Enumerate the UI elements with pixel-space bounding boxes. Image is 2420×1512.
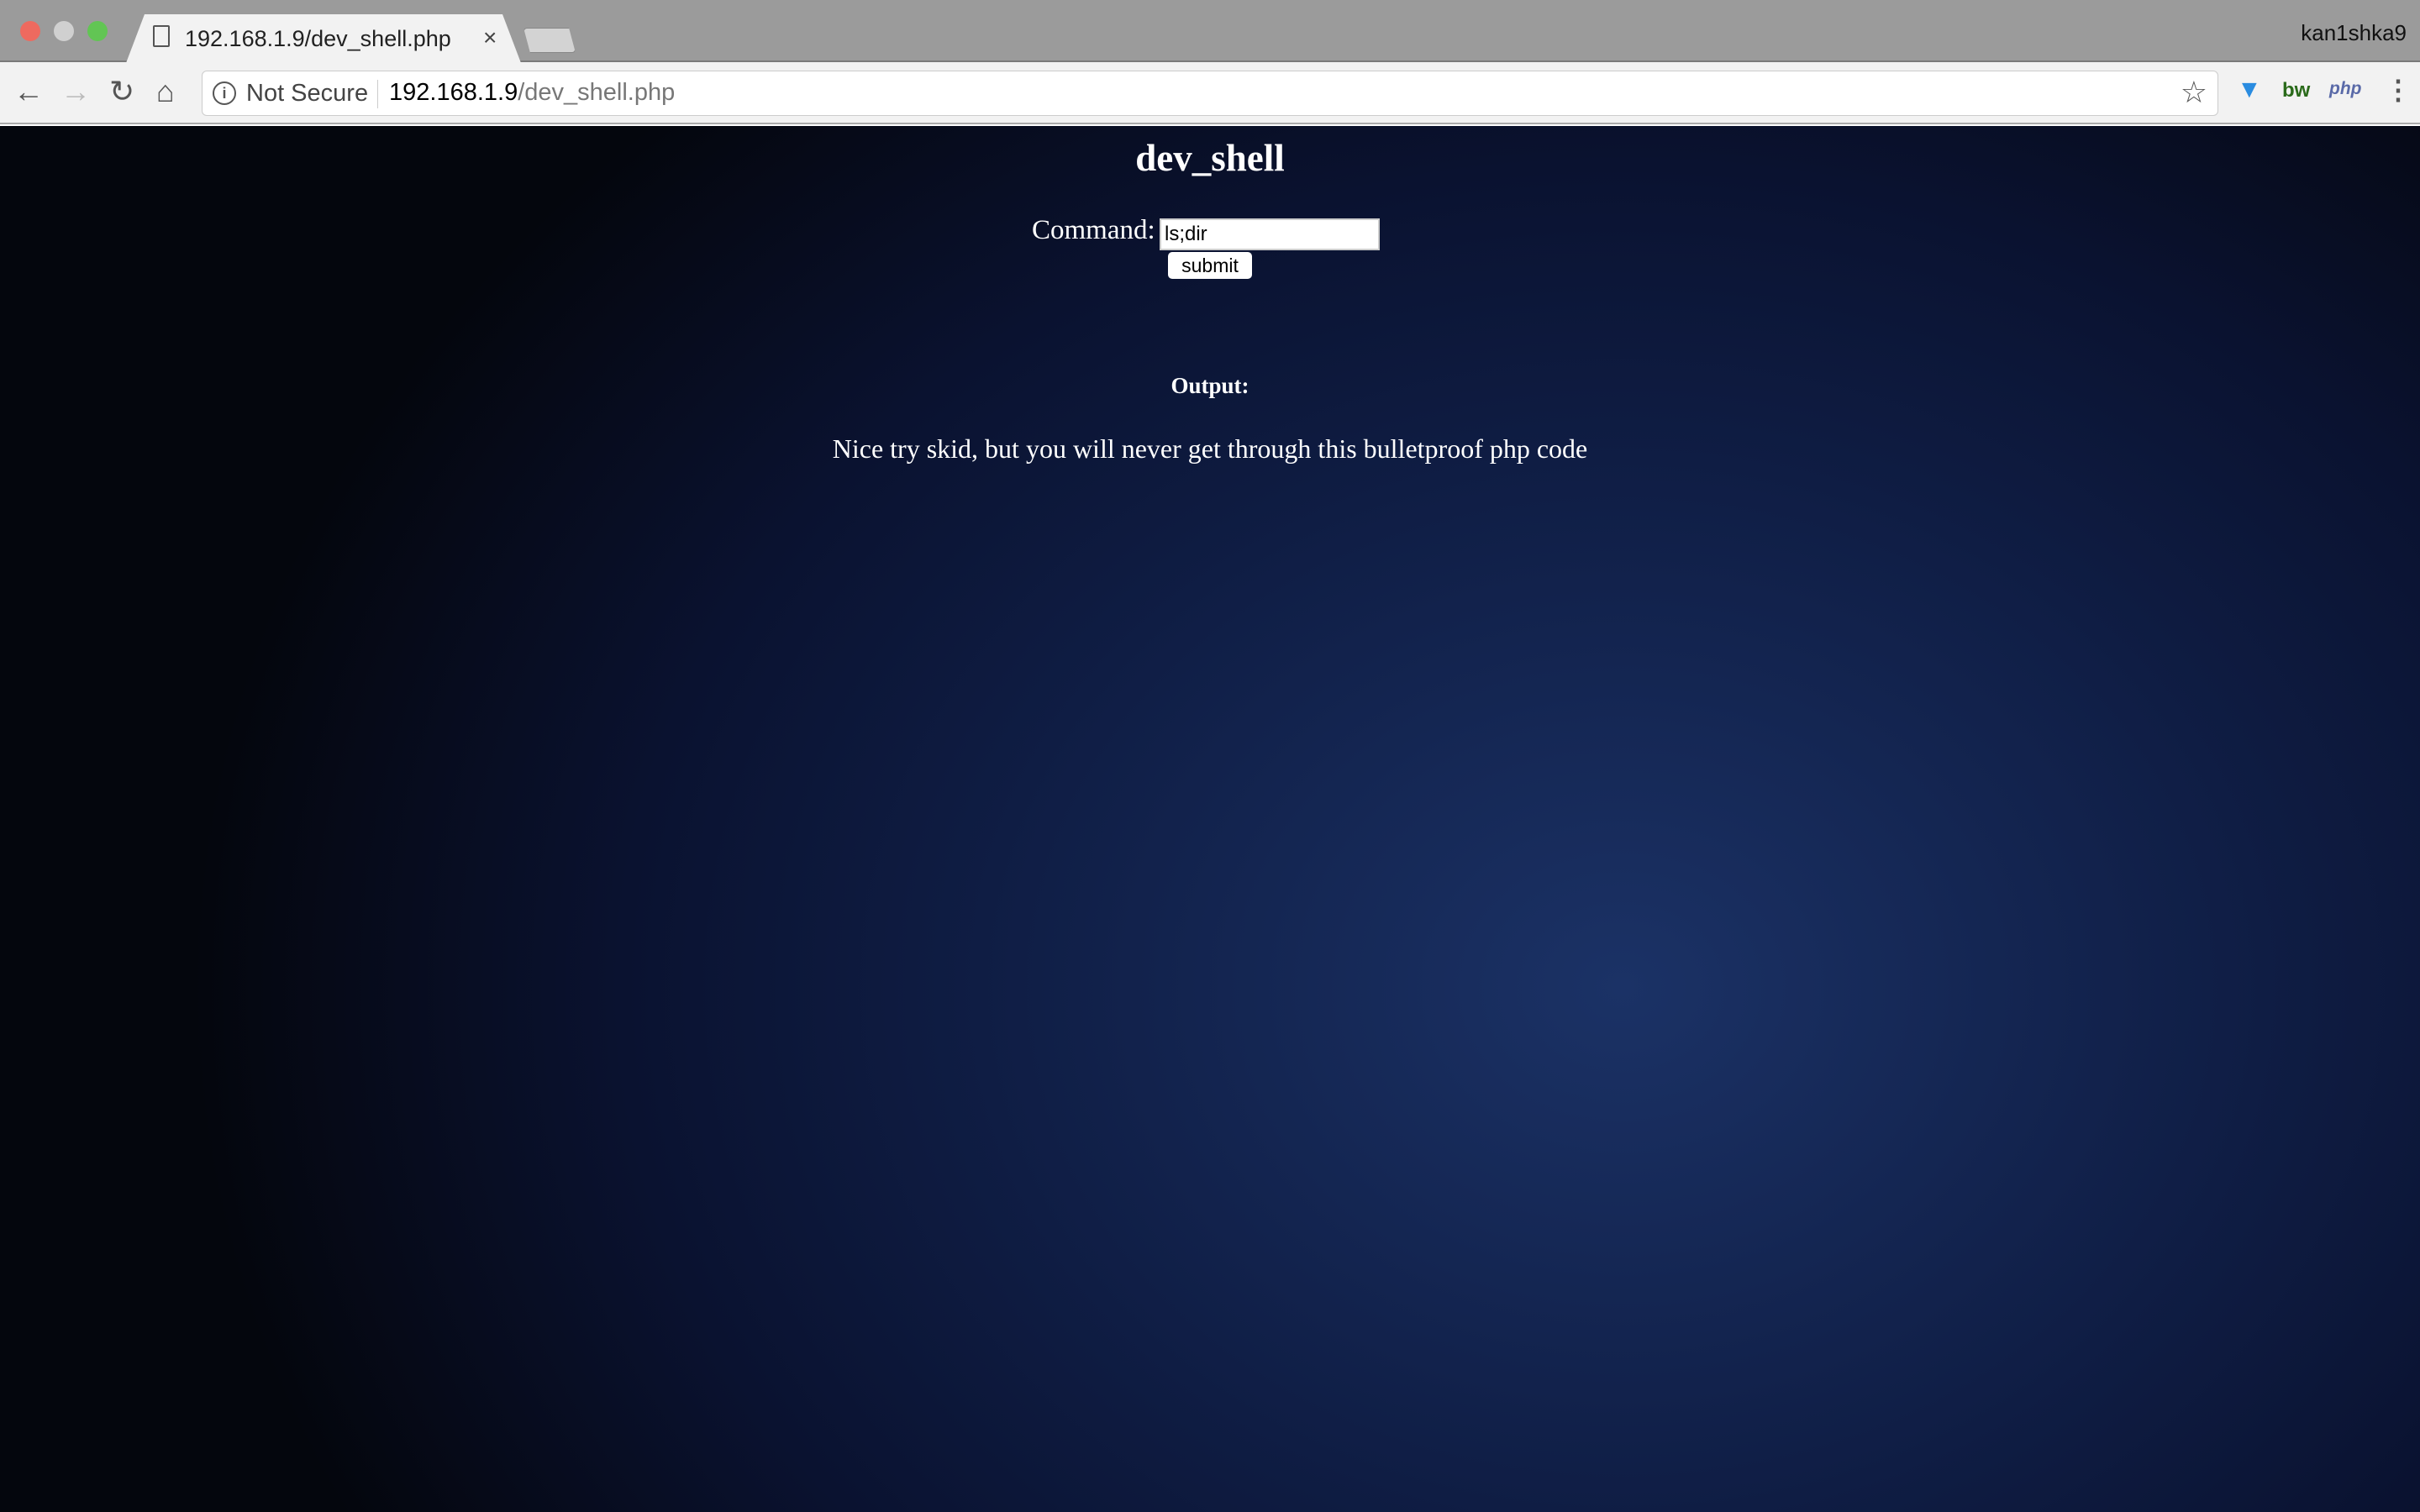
info-icon[interactable]: i — [213, 81, 236, 105]
new-tab-button[interactable] — [523, 28, 576, 53]
tab-close-icon[interactable]: × — [483, 24, 497, 51]
url-path: /dev_shell.php — [518, 79, 676, 106]
toolbar: ← → ↻ ⌂ i Not Secure 192.168.1.9/dev_she… — [0, 62, 2420, 124]
output-text: Nice try skid, but you will never get th… — [832, 433, 1588, 464]
command-label: Command: — [1032, 215, 1155, 245]
document-icon — [153, 25, 170, 47]
maximize-window-button[interactable] — [87, 21, 108, 41]
submit-button[interactable]: submit — [1168, 252, 1252, 279]
back-icon[interactable]: ← — [13, 74, 44, 109]
php-extension-icon[interactable]: php — [2329, 79, 2361, 99]
security-label[interactable]: Not Secure — [246, 80, 368, 108]
funnel-extension-icon[interactable]: ▼ — [2237, 76, 2262, 104]
menu-icon[interactable]: ⋮ — [2385, 74, 2412, 106]
bw-extension-icon[interactable]: bw — [2282, 79, 2310, 102]
profile-name[interactable]: kan1shka9 — [2301, 20, 2407, 46]
tab-title: 192.168.1.9/dev_shell.php — [185, 26, 451, 51]
output-label: Output: — [1171, 373, 1249, 398]
page-content: dev_shell Command: submit Output: Nice t… — [0, 126, 2420, 1512]
tab-bar: 192.168.1.9/dev_shell.php × kan1shka9 — [0, 0, 2420, 63]
command-input[interactable] — [1160, 218, 1380, 250]
forward-icon[interactable]: → — [60, 74, 91, 109]
reload-icon[interactable]: ↻ — [109, 74, 134, 109]
address-bar[interactable]: i Not Secure 192.168.1.9/dev_shell.php ☆ — [202, 71, 2218, 116]
bookmark-star-icon[interactable]: ☆ — [2181, 75, 2207, 110]
close-window-button[interactable] — [20, 21, 40, 41]
page-title: dev_shell — [1135, 137, 1285, 179]
divider — [377, 80, 378, 108]
tab-active[interactable]: 192.168.1.9/dev_shell.php × — [126, 14, 521, 63]
home-icon[interactable]: ⌂ — [156, 74, 175, 109]
url-text[interactable]: 192.168.1.9/dev_shell.php — [389, 79, 675, 107]
minimize-window-button[interactable] — [54, 21, 74, 41]
url-host: 192.168.1.9 — [389, 79, 518, 106]
